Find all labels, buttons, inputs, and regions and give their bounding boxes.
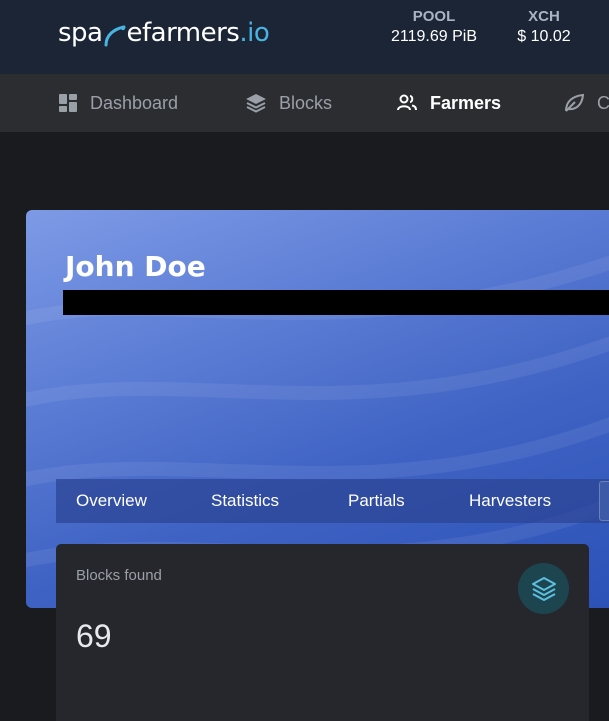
layers-icon [518,563,569,614]
blocks-found-label: Blocks found [76,567,162,584]
blocks-found-card: Blocks found 69 [56,544,589,721]
redacted-launcher-id [63,290,609,315]
leaf-icon [565,93,585,112]
tab-partials[interactable]: Partials [348,479,405,523]
tab-harvesters[interactable]: Harvesters [469,479,551,523]
tab-overflow-edge[interactable] [599,481,609,521]
nav-item-more[interactable]: C [563,74,609,132]
nav-item-dashboard[interactable]: Dashboard [58,74,178,132]
tab-overview[interactable]: Overview [76,479,147,523]
nav-item-farmers[interactable]: Farmers [396,74,501,132]
pool-label: POOL [412,8,456,25]
grid-icon [59,94,77,112]
xch-stat: XCH $ 10.02 [508,8,580,46]
nav-label-dashboard: Dashboard [90,92,179,113]
main-nav: Dashboard Blocks Farmers C [0,74,609,132]
layers-icon [246,94,266,113]
users-icon [397,94,417,111]
nav-label-blocks: Blocks [279,92,333,113]
pool-stat: POOL 2119.69 PiB [383,8,485,46]
farmer-name: John Doe [65,250,206,283]
nav-label-farmers: Farmers [430,92,502,113]
top-header: spa efarmers .io POOL 2119.69 PiB XCH $ 10… [0,0,609,74]
logo-text: spa [58,18,103,48]
logo-suffix: .io [239,18,270,48]
logo-swoosh-icon [102,21,126,47]
xch-label: XCH [528,8,560,25]
xch-price: $ 10.02 [517,28,571,45]
tab-statistics[interactable]: Statistics [211,479,279,523]
nav-item-blocks[interactable]: Blocks [245,74,332,132]
nav-label-more: C [597,92,609,113]
pool-value: 2119.69 PiB [391,28,477,45]
profile-tabs: Overview Statistics Partials Harvesters [56,479,609,523]
blocks-found-value: 69 [76,618,112,654]
brand-logo[interactable]: spa efarmers .io [58,18,270,48]
logo-text-rest: efarmers [126,18,240,48]
